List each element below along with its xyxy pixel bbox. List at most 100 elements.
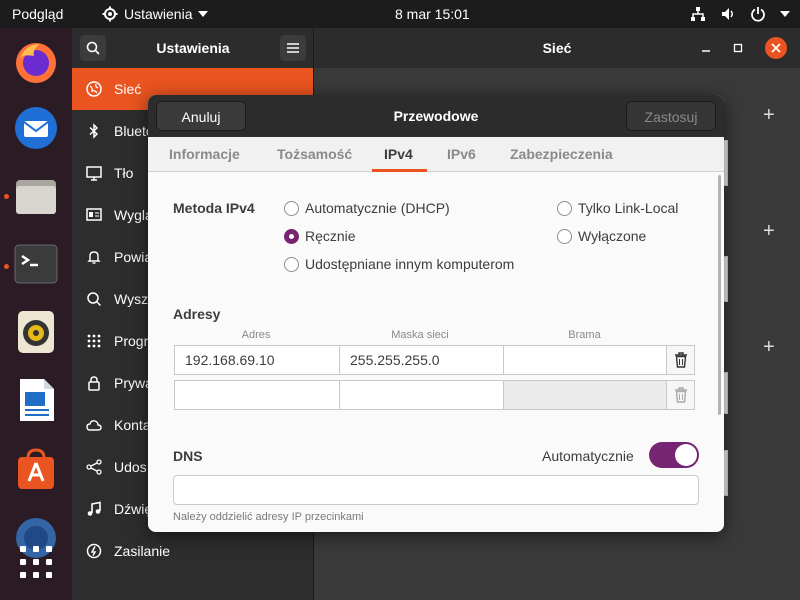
address-field[interactable]: 192.168.69.10 (175, 346, 339, 374)
address-row (174, 380, 667, 410)
sidebar-item-label: Udos (114, 459, 147, 475)
close-button[interactable] (765, 37, 787, 59)
dns-auto-toggle[interactable] (649, 442, 699, 468)
sidebar-item-power[interactable]: Zasilanie (72, 530, 313, 572)
power-icon (751, 7, 765, 22)
apply-button[interactable]: Zastosuj (626, 101, 716, 131)
chevron-down-icon (198, 11, 209, 17)
method-manual-radio[interactable]: Ręcznie (284, 228, 356, 244)
radio-indicator (557, 200, 572, 216)
method-shared-radio[interactable]: Udostępniane innym komputerom (284, 256, 514, 272)
app-center-icon[interactable] (12, 444, 60, 492)
rhythmbox-icon[interactable] (12, 308, 60, 356)
wired-dialog: Anuluj Przewodowe Zastosuj Informacje To… (148, 95, 724, 532)
column-gateway: Brama (568, 329, 601, 341)
gear-icon (102, 6, 118, 22)
addresses-label: Adresy (173, 306, 221, 322)
tab-ipv6[interactable]: IPv6 (447, 137, 476, 172)
active-tab-indicator (372, 169, 427, 172)
dns-input[interactable] (173, 475, 699, 505)
power-icon (86, 543, 102, 559)
sidebar-item-label: Wyglą (114, 207, 153, 223)
tab-security[interactable]: Zabezpieczenia (510, 137, 613, 172)
lock-icon (88, 376, 100, 391)
address-row: 192.168.69.10 255.255.255.0 (174, 345, 667, 375)
tab-details[interactable]: Informacje (169, 137, 240, 172)
app-menu[interactable]: Ustawienia (102, 0, 209, 28)
radio-label: Wyłączone (578, 228, 647, 244)
method-link-local-radio[interactable]: Tylko Link-Local (557, 200, 678, 216)
network-icon (86, 81, 102, 97)
delete-address-button[interactable] (667, 380, 695, 410)
radio-indicator (284, 228, 299, 244)
top-bar: Podgląd Ustawienia 8 mar 15:01 (0, 0, 800, 28)
gateway-field[interactable] (503, 346, 666, 374)
trash-icon (674, 387, 687, 403)
sidebar-title: Ustawienia (156, 40, 230, 56)
running-indicator (4, 264, 9, 269)
netmask-field[interactable]: 255.255.255.0 (339, 346, 503, 374)
tab-ipv4[interactable]: IPv4 (384, 137, 413, 172)
hamburger-icon (287, 43, 299, 53)
background-icon (86, 166, 102, 181)
tab-identity[interactable]: Tożsamość (277, 137, 352, 172)
menu-button[interactable] (280, 35, 306, 61)
dialog-header: Anuluj Przewodowe Zastosuj (148, 95, 724, 137)
terminal-icon[interactable] (12, 240, 60, 288)
gateway-field[interactable] (503, 381, 666, 409)
column-netmask: Maska sieci (391, 329, 449, 341)
radio-label: Udostępniane innym komputerom (305, 256, 515, 272)
bell-icon (87, 251, 101, 264)
toggle-knob (675, 444, 697, 466)
add-vpn-button[interactable]: + (763, 220, 775, 243)
netmask-field[interactable] (339, 381, 503, 409)
column-address: Adres (241, 329, 271, 341)
maximize-button[interactable] (726, 36, 750, 60)
method-label: Metoda IPv4 (173, 200, 255, 216)
minimize-icon (702, 50, 710, 52)
radio-indicator (284, 256, 299, 272)
sidebar-item-label: Zasilanie (114, 543, 171, 559)
radio-indicator (284, 200, 299, 216)
add-connection-button[interactable]: + (763, 104, 775, 127)
method-disabled-radio[interactable]: Wyłączone (557, 228, 646, 244)
dns-label: DNS (173, 448, 203, 464)
radio-label: Automatycznie (DHCP) (305, 200, 450, 216)
add-proxy-button[interactable]: + (763, 336, 775, 359)
firefox-icon[interactable] (12, 38, 60, 86)
writer-icon[interactable] (12, 376, 60, 424)
close-icon (771, 43, 781, 53)
dns-auto-label: Automatycznie (542, 448, 634, 464)
running-indicator (4, 194, 9, 199)
method-dhcp-radio[interactable]: Automatycznie (DHCP) (284, 200, 450, 216)
scrollbar[interactable] (718, 175, 721, 415)
activities-button[interactable]: Podgląd (12, 0, 63, 28)
wired-network-icon (691, 7, 705, 21)
radio-indicator (557, 228, 572, 244)
system-tray[interactable] (690, 0, 790, 28)
share-icon (86, 459, 102, 475)
dns-hint: Należy oddzielić adresy IP przecinkami (173, 511, 364, 523)
apps-grid-icon (87, 334, 101, 348)
files-icon[interactable] (12, 172, 60, 220)
radio-label: Ręcznie (305, 228, 356, 244)
dock (0, 28, 72, 600)
sidebar-item-label: Tło (114, 165, 134, 181)
ipv4-content: Metoda IPv4 Automatycznie (DHCP) Ręcznie… (148, 173, 724, 532)
minimize-button[interactable] (694, 36, 718, 60)
address-field[interactable] (175, 381, 339, 409)
clock[interactable]: 8 mar 15:01 (395, 0, 470, 28)
thunderbird-icon[interactable] (12, 104, 60, 152)
radio-label: Tylko Link-Local (578, 200, 679, 216)
sidebar-item-label: Powia (114, 249, 153, 265)
maximize-icon (733, 43, 743, 53)
panel-header: Sieć (314, 28, 800, 68)
cloud-icon (86, 420, 102, 431)
volume-icon (722, 8, 733, 20)
chevron-down-icon (780, 11, 790, 17)
search-icon (87, 292, 102, 307)
delete-address-button[interactable] (667, 345, 695, 375)
show-apps-icon[interactable] (16, 542, 56, 582)
sidebar-header: Ustawienia (72, 28, 314, 68)
trash-icon (674, 352, 687, 368)
